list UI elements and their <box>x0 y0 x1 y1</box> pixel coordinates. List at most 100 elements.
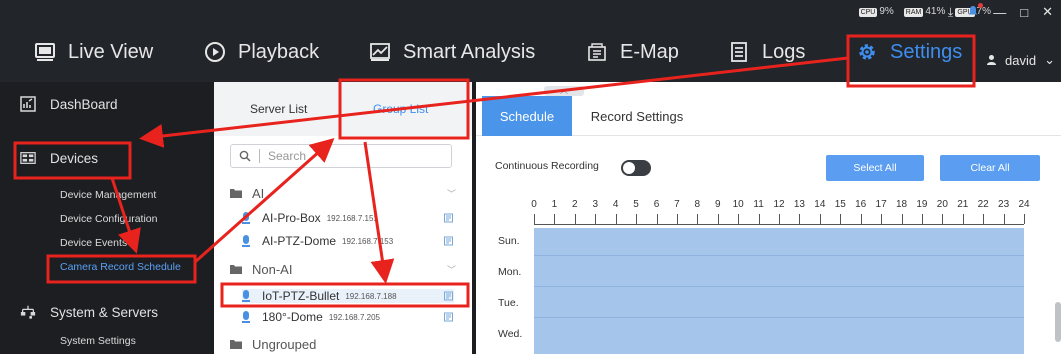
schedule-row-divider <box>534 317 1024 318</box>
sidebar-item-camera-record-schedule[interactable]: Camera Record Schedule <box>60 261 181 273</box>
sidebar-item-system-servers[interactable]: System & Servers <box>20 304 158 320</box>
hour-label: 19 <box>916 199 928 210</box>
close-button[interactable]: ✕ <box>1042 4 1053 20</box>
group-ai[interactable]: AI ﹀ <box>230 186 456 201</box>
hour-label: 17 <box>875 199 887 210</box>
device-list-panel: Server List Group List Search AI ﹀ AI-Pr… <box>214 82 472 354</box>
sidebar-item-system-settings[interactable]: System Settings <box>60 335 136 347</box>
hour-label: 12 <box>773 199 785 210</box>
hour-tick <box>881 214 883 224</box>
schedule-icon <box>444 312 453 322</box>
folder-icon <box>230 189 242 198</box>
hour-label: 4 <box>612 199 619 210</box>
scrollbar[interactable] <box>1055 302 1061 342</box>
camera-icon <box>242 311 250 323</box>
continuous-recording-toggle[interactable] <box>621 160 651 176</box>
app-window: CPU9% RAM41% GPU7% ⤓ — □ ✕ Live View <box>0 0 1061 354</box>
tab-group-list[interactable]: Group List <box>373 102 428 116</box>
ram-chip: RAM <box>903 8 924 17</box>
hour-tick <box>595 214 597 224</box>
hour-tick <box>656 214 658 224</box>
notification-icon[interactable] <box>967 2 984 20</box>
schedule-grid[interactable] <box>534 228 1024 354</box>
sidebar-item-dashboard[interactable]: DashBoard <box>20 96 118 112</box>
hour-label: 0 <box>531 199 537 210</box>
hour-label: 10 <box>732 199 744 210</box>
day-label: Wed. <box>498 328 523 340</box>
group-non-ai[interactable]: Non-AI ﹀ <box>230 262 456 277</box>
hour-label: 20 <box>936 199 948 210</box>
download-icon[interactable]: ⤓ <box>948 5 953 20</box>
tab-schedule[interactable]: Schedule <box>482 96 572 136</box>
hour-tick <box>840 214 842 224</box>
hour-label: 23 <box>998 199 1010 210</box>
list-item-device[interactable]: 180°-Dome 192.168.7.205 <box>242 310 454 324</box>
sidebar-item-devices[interactable]: Devices <box>20 150 98 166</box>
camera-icon <box>242 212 250 224</box>
tab-record-settings[interactable]: Record Settings <box>582 96 692 136</box>
chevron-down-icon: ﹀ <box>446 189 456 199</box>
window-controls: ⤓ — □ ✕ <box>948 2 1053 20</box>
schedule-tabs: ︿ Schedule Record Settings <box>476 82 1061 136</box>
group-ungrouped[interactable]: Ungrouped <box>230 337 456 352</box>
cpu-chip: CPU <box>858 8 878 17</box>
hour-scale-axis <box>534 224 1024 225</box>
nav-smart-analysis[interactable]: Smart Analysis <box>369 32 535 72</box>
list-item-device-selected[interactable]: IoT-PTZ-Bullet 192.168.7.188 <box>242 289 454 303</box>
map-icon <box>586 41 608 63</box>
sidebar-item-device-events[interactable]: Device Events <box>60 237 127 249</box>
nav-logs[interactable]: Logs <box>728 32 805 72</box>
sidebar-item-device-management[interactable]: Device Management <box>60 189 156 201</box>
chart-icon <box>369 41 391 63</box>
hour-tick <box>1024 214 1025 224</box>
search-input[interactable]: Search <box>230 144 452 168</box>
monitor-icon <box>34 41 56 63</box>
continuous-recording-label: Continuous Recording <box>495 160 599 172</box>
select-all-button[interactable]: Select All <box>826 155 924 181</box>
hour-label: 11 <box>753 199 764 210</box>
schedule-row-divider <box>534 286 1024 287</box>
hour-label: 16 <box>855 199 867 210</box>
schedule-icon <box>444 213 453 223</box>
hour-tick <box>799 214 801 224</box>
nav-settings[interactable]: Settings <box>856 32 962 72</box>
chevron-down-icon: ⌄ <box>1044 52 1055 67</box>
hour-label: 1 <box>551 199 558 210</box>
list-item-device[interactable]: AI-PTZ-Dome 192.168.7.153 <box>242 234 454 248</box>
hour-tick <box>779 214 780 224</box>
hour-tick <box>574 214 576 224</box>
hour-label: 3 <box>592 199 599 210</box>
hour-tick <box>921 214 923 224</box>
ram-usage: RAM 41% <box>903 6 946 17</box>
hour-label: 7 <box>674 199 680 210</box>
schedule-row-divider <box>534 255 1024 256</box>
tab-server-list[interactable]: Server List <box>250 102 307 116</box>
hour-tick <box>819 214 821 224</box>
hour-tick <box>697 214 699 224</box>
user-menu[interactable]: david ⌄ <box>986 52 1055 68</box>
list-item-device[interactable]: AI-Pro-Box 192.168.7.151 <box>242 211 454 225</box>
devices-icon <box>20 150 36 166</box>
hour-label: 8 <box>694 199 701 210</box>
camera-icon <box>242 290 250 302</box>
chevron-down-icon: ﹀ <box>446 265 456 275</box>
nav-live-view[interactable]: Live View <box>34 32 153 72</box>
day-label: Sun. <box>498 235 520 247</box>
hour-tick <box>942 214 944 224</box>
schedule-panel: ︿ Schedule Record Settings Continuous Re… <box>476 82 1061 354</box>
search-icon <box>239 150 251 162</box>
hour-tick <box>983 214 985 224</box>
nav-playback[interactable]: Playback <box>204 32 319 72</box>
hour-tick <box>962 214 964 224</box>
hour-label: 2 <box>572 199 578 210</box>
schedule-icon <box>444 291 453 301</box>
nav-emap[interactable]: E-Map <box>586 32 679 72</box>
collapse-handle[interactable]: ︿ <box>544 86 584 96</box>
sidebar-item-device-configuration[interactable]: Device Configuration <box>60 213 157 225</box>
search-placeholder: Search <box>268 149 307 163</box>
clear-all-button[interactable]: Clear All <box>940 155 1040 181</box>
minimize-button[interactable]: — <box>993 5 1006 20</box>
maximize-button[interactable]: □ <box>1020 5 1028 20</box>
list-tabs: Server List Group List <box>214 82 472 136</box>
day-label: Tue. <box>498 297 519 309</box>
